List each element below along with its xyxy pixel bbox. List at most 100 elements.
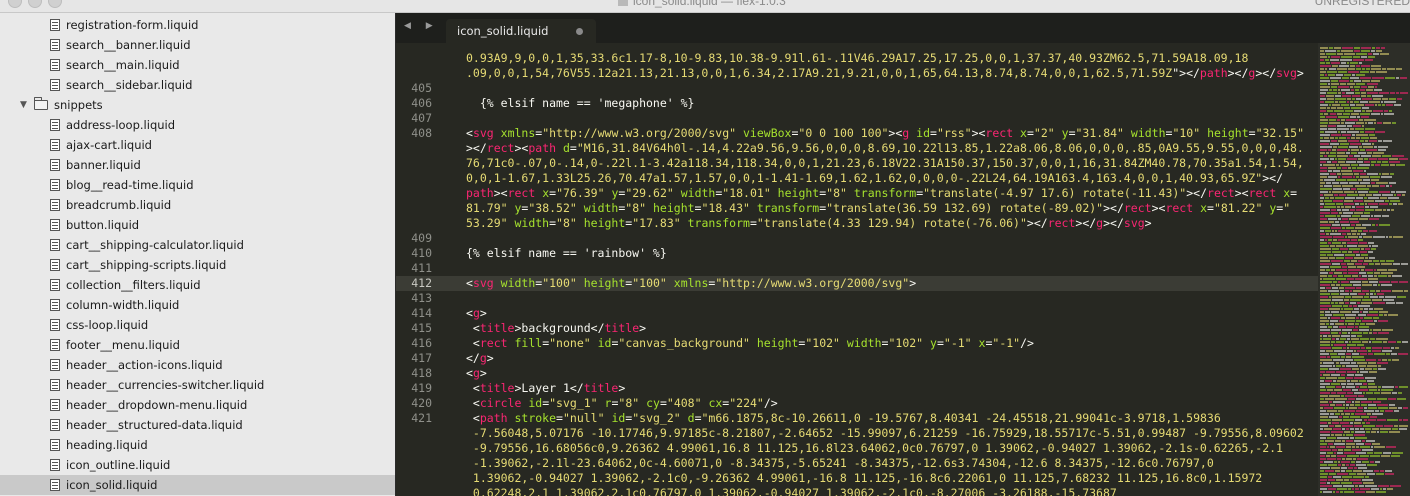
sidebar-file-item[interactable]: banner.liquid [0,155,395,175]
minimap-mark [1371,182,1376,184]
minimap-mark [1362,320,1373,322]
sidebar-file-item[interactable]: search__banner.liquid [0,35,395,55]
code-token: y [1262,201,1277,215]
minimap-mark [1332,224,1340,226]
minimap-mark [1333,170,1341,172]
minimap-mark [1345,470,1353,472]
sidebar-file-item[interactable]: ajax-cart.liquid [0,135,395,155]
minimap-mark [1320,440,1325,442]
sidebar-file-item[interactable]: css-loop.liquid [0,315,395,335]
minimap-mark [1385,353,1391,355]
sidebar-file-item[interactable]: blog__read-time.liquid [0,175,395,195]
sidebar-file-item[interactable]: collection__filters.liquid [0,275,395,295]
close-window-button[interactable] [8,0,22,8]
zoom-window-button[interactable] [48,0,62,8]
minimap-mark [1329,272,1333,274]
code-token: > [1296,66,1304,80]
minimap-mark [1340,461,1350,463]
minimap-mark [1351,149,1360,151]
minimap-mark [1358,119,1364,121]
minimap-mark [1343,107,1350,109]
code-token: < [466,396,480,410]
minimap-mark [1354,110,1361,112]
minimap-mark [1320,446,1326,448]
code-token: height [576,216,626,230]
tab-icon-solid[interactable]: icon_solid.liquid [446,19,596,43]
sidebar-file-item[interactable]: header__structured-data.liquid [0,415,395,435]
minimap-mark [1334,221,1340,223]
file-icon [50,359,60,371]
sidebar-file-item[interactable]: search__main.liquid [0,55,395,75]
minimap-mark [1371,413,1384,415]
minimap-mark [1350,293,1358,295]
code-token: < [466,411,480,425]
minimap-mark [1369,263,1374,265]
minimap-mark [1360,428,1364,430]
sidebar-file-item[interactable]: search__sidebar.liquid [0,75,395,95]
minimap-mark [1353,86,1361,88]
minimap-mark [1341,185,1354,187]
sidebar-file-item[interactable]: registration-form.liquid [0,15,395,35]
sidebar-file-item[interactable]: header__action-icons.liquid [0,355,395,375]
code-token: rect [1207,186,1235,200]
minimap-mark [1371,428,1379,430]
minimap-mark [1320,491,1323,493]
minimap-mark [1384,113,1395,115]
disclosure-triangle-icon[interactable]: ▼ [20,95,27,115]
minimap-mark [1320,149,1328,151]
minimap-mark [1374,131,1385,133]
minimap-mark [1337,275,1343,277]
minimap-mark [1329,113,1336,115]
minimap-mark [1358,326,1369,328]
minimap-mark [1361,401,1373,403]
minimap-mark [1320,299,1332,301]
minimap-mark [1328,275,1333,277]
code-token: id [909,126,930,140]
minimap-mark [1320,332,1330,334]
file-label: footer__menu.liquid [66,338,180,352]
minimap-mark [1334,350,1346,352]
sidebar-file-item[interactable]: icon_outline.liquid [0,455,395,475]
minimap-mark [1336,269,1348,271]
sidebar-file-item[interactable]: button.liquid [0,215,395,235]
minimap-mark [1354,359,1365,361]
sidebar-file-item[interactable]: column-width.liquid [0,295,395,315]
code-token: rect [1047,216,1076,230]
minimap-mark [1320,485,1332,487]
minimap-mark [1338,326,1346,328]
sidebar-file-item[interactable]: heading.liquid [0,435,395,455]
minimap-mark [1320,317,1327,319]
sidebar-folder-snippets[interactable]: ▼ snippets [0,95,395,115]
minimap-mark [1388,158,1398,160]
sidebar-file-item[interactable]: header__currencies-switcher.liquid [0,375,395,395]
minimap-mark [1327,452,1334,454]
minimap-mark [1394,386,1398,388]
minimap-mark [1343,419,1355,421]
minimap-mark [1380,431,1389,433]
code-line: <circle id="svg_1" r="8" cy="408" cx="22… [466,396,778,411]
minimap-mark [1328,422,1332,424]
tab-nav-arrows-icon[interactable]: ◀ ▶ [404,21,439,31]
minimap-mark [1346,83,1356,85]
sidebar-file-item[interactable]: cart__shipping-scripts.liquid [0,255,395,275]
minimap-mark [1350,107,1361,109]
minimize-window-button[interactable] [28,0,42,8]
unsaved-dot-icon[interactable] [576,28,583,35]
sidebar-file-item[interactable]: breadcrumb.liquid [0,195,395,215]
file-label: column-width.liquid [66,298,180,312]
code-token: "408" [666,396,702,410]
file-label: header__structured-data.liquid [66,418,243,432]
sidebar-file-item[interactable]: address-loop.liquid [0,115,395,135]
code-token: "81.22" [1213,201,1263,215]
code-area[interactable]: 0.93A9,9,0,0,1,35,33.6c1.17-8,10-9.83,10… [396,43,1318,496]
minimap-mark [1346,428,1350,430]
sidebar-file-item[interactable]: cart__shipping-calculator.liquid [0,235,395,255]
minimap-mark [1392,452,1404,454]
minimap-mark [1390,92,1395,94]
sidebar-file-item[interactable]: header__dropdown-menu.liquid [0,395,395,415]
minimap[interactable] [1318,43,1410,496]
sidebar-file-item[interactable]: footer__menu.liquid [0,335,395,355]
minimap-mark [1343,53,1355,55]
sidebar-file-item[interactable]: icon_solid.liquid [0,475,395,495]
file-icon [50,159,60,171]
